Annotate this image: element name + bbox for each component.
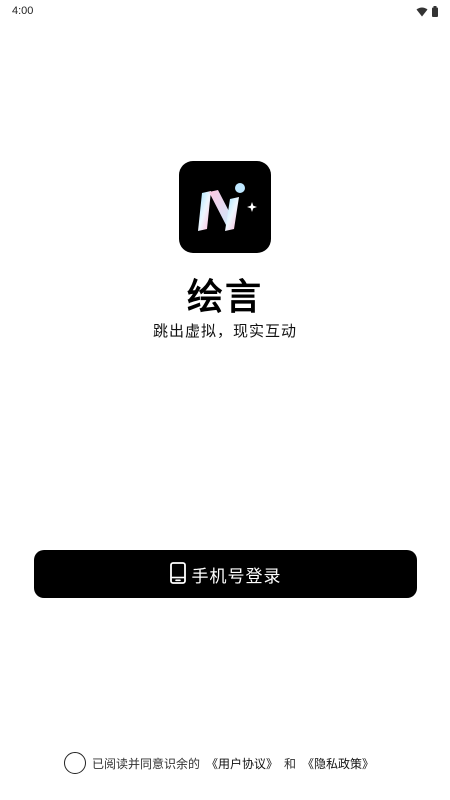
app-slogan: 跳出虚拟，现实互动 [152, 322, 297, 340]
agree-checkbox[interactable] [64, 752, 86, 774]
app-name: 绘言 [186, 277, 263, 318]
user-agreement-link[interactable]: 《用户协议》 [206, 755, 278, 772]
login-screen: 4:00 绘言 跳出虚拟，现实互动 手机号登录 已阅读并同意识余的 《用户协议》… [0, 0, 450, 800]
app-logo-icon [179, 161, 271, 253]
status-time: 4:00 [12, 5, 34, 17]
agreement-conjunction: 和 [284, 756, 297, 771]
agreement-row: 已阅读并同意识余的 《用户协议》 和 《隐私政策》 [64, 751, 374, 775]
battery-icon [432, 2, 438, 21]
status-icons [416, 2, 438, 21]
phone-login-button[interactable]: 手机号登录 [34, 550, 417, 598]
privacy-policy-link[interactable]: 《隐私政策》 [302, 755, 374, 772]
wifi-icon [416, 2, 428, 21]
login-label: 手机号登录 [191, 566, 282, 586]
phone-icon [169, 561, 186, 587]
status-bar: 4:00 [0, 0, 450, 22]
agreement-prefix: 已阅读并同意识余的 [92, 756, 201, 771]
